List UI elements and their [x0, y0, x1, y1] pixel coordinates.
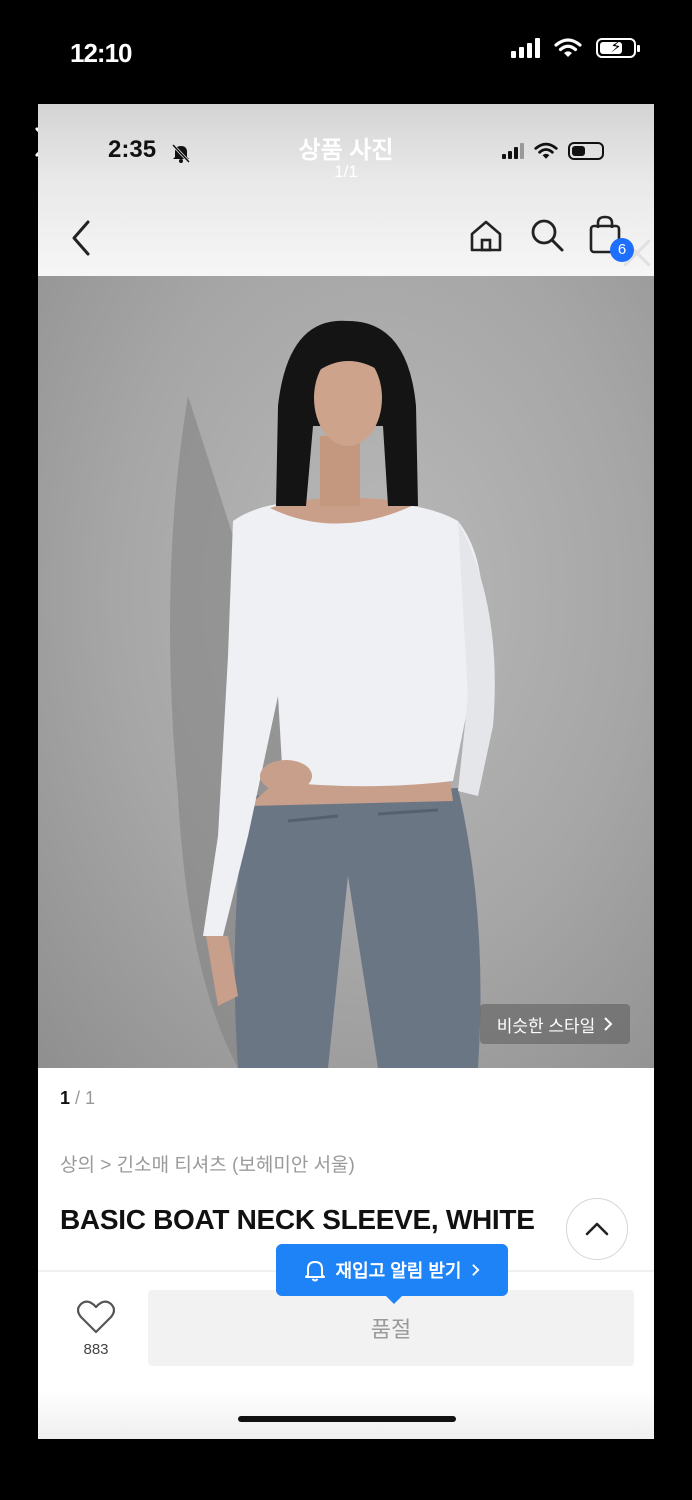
- like-count: 883: [83, 1341, 109, 1358]
- similar-style-label: 비슷한 스타일: [496, 1016, 596, 1036]
- restock-alert-label: 재입고 알림 받기: [335, 1261, 462, 1281]
- product-title: BASIC BOAT NECK SLEEVE, WHITE: [60, 1204, 535, 1235]
- inner-battery-icon: [568, 142, 604, 160]
- restock-alert-button[interactable]: 재입고 알림 받기: [276, 1244, 508, 1304]
- scroll-top-button[interactable]: [566, 1198, 628, 1260]
- inner-wifi-icon: [534, 142, 558, 159]
- viewer-page-counter: 1/1: [334, 162, 358, 181]
- home-indicator: [238, 1416, 456, 1422]
- chevron-right-icon: [472, 1264, 480, 1276]
- similar-style-button[interactable]: 비슷한 스타일: [480, 1004, 630, 1044]
- search-icon[interactable]: [528, 216, 566, 254]
- product-photo[interactable]: [38, 276, 654, 1068]
- app-nav-bar: [38, 204, 654, 274]
- battery-charging-icon: ⚡: [596, 38, 640, 58]
- bell-icon: [304, 1261, 325, 1282]
- like-button[interactable]: 883: [68, 1300, 124, 1358]
- status-time: 12:10: [70, 38, 132, 68]
- cart-count-badge: 6: [610, 238, 634, 262]
- heart-icon: [76, 1300, 116, 1334]
- photo-viewer: 2:35 상품 사진 1/1 6 비슷한 스타일 1 / 1 상의 > 긴소매 …: [38, 104, 654, 1439]
- chevron-up-icon: [585, 1222, 609, 1236]
- status-icons: ⚡: [511, 38, 640, 58]
- image-counter-total: 1: [85, 1088, 96, 1108]
- image-counter-sep: /: [75, 1088, 86, 1108]
- wifi-icon: [554, 38, 582, 57]
- inner-status-icons: [502, 142, 604, 160]
- signal-icon: [511, 38, 540, 58]
- image-counter-current: 1: [60, 1088, 71, 1108]
- category-breadcrumb[interactable]: 상의 > 긴소매 티셔츠 (보헤미안 서울): [60, 1150, 355, 1177]
- inner-signal-icon: [502, 143, 524, 159]
- chevron-right-icon: [604, 1017, 613, 1031]
- home-icon[interactable]: [468, 218, 504, 254]
- back-chevron-icon[interactable]: [66, 216, 96, 260]
- image-counter: 1 / 1: [60, 1088, 95, 1109]
- model-photo-illustration: [170, 320, 495, 1068]
